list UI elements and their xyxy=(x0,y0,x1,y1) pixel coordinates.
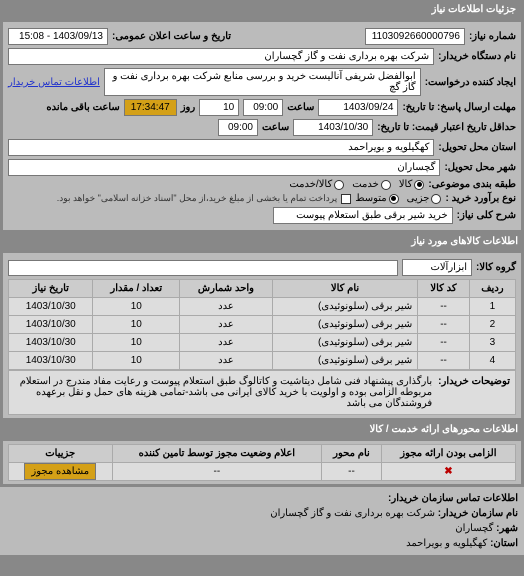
creator-label: ایجاد کننده درخواست: xyxy=(425,77,516,88)
table-row: 1--شیر برقی (سلونوئیدی)عدد101403/10/30 xyxy=(9,298,516,316)
purchase-radios: جزیی متوسط xyxy=(355,193,441,204)
validity-time: 09:00 xyxy=(218,119,258,136)
footer-province: کهگیلویه و بویراحمد xyxy=(406,538,487,549)
city-label: شهر محل تحویل: xyxy=(444,162,516,173)
days-left-label: روز xyxy=(181,102,196,113)
col-name: نام کالا xyxy=(272,280,417,298)
treasury-checkbox[interactable] xyxy=(341,194,351,204)
col-unit: واحد شمارش xyxy=(180,280,273,298)
page-header: جزئیات اطلاعات نیاز xyxy=(0,0,524,19)
col-date: تاریخ نیاز xyxy=(9,280,93,298)
radio-minor[interactable] xyxy=(431,194,441,204)
goods-panel: گروه کالا: ابزارآلات ردیف کد کالا نام کا… xyxy=(2,252,522,419)
req-no-field: 1103092660000796 xyxy=(365,28,465,45)
table-row: 3--شیر برقی (سلونوئیدی)عدد101403/10/30 xyxy=(9,334,516,352)
col-required: الزامی بودن ارائه مجوز xyxy=(381,445,515,463)
view-permit-button[interactable]: مشاهده مجوز xyxy=(24,463,96,480)
footer-org-label: نام سازمان خریدار: xyxy=(438,508,518,519)
contact-link[interactable]: اطلاعات تماس خریدار xyxy=(8,77,100,88)
col-status: اعلام وضعیت مجوز توسط تامین کننده xyxy=(112,445,322,463)
axis-status: -- xyxy=(112,463,322,481)
deadline-time: 09:00 xyxy=(243,99,283,116)
deadline-date: 1403/09/24 xyxy=(318,99,398,116)
desc-label: توضیحات خریدار: xyxy=(438,376,510,409)
axes-section-title: اطلاعات محورهای ارائه خدمت / کالا xyxy=(0,421,524,438)
ann-date-label: تاریخ و ساعت اعلان عمومی: xyxy=(112,31,231,42)
axes-table: الزامی بودن ارائه مجوز نام محور اعلام وض… xyxy=(8,444,516,481)
footer-province-label: استان: xyxy=(490,538,518,549)
purchase-note: پرداخت تمام یا بخشی از مبلغ خرید،از محل … xyxy=(57,193,337,204)
col-row: ردیف xyxy=(469,280,515,298)
creator-field: ابوالفضل شریفی آنالیست خرید و بررسی مناب… xyxy=(104,68,421,96)
axes-row: ✖ -- -- مشاهده مجوز xyxy=(9,463,516,481)
col-axis: نام محور xyxy=(322,445,382,463)
province-field: کهگیلویه و بویراحمد xyxy=(8,139,434,156)
main-panel: شماره نیاز: 1103092660000796 تاریخ و ساع… xyxy=(2,21,522,231)
footer-contact: اطلاعات تماس سازمان خریدار: نام سازمان خ… xyxy=(0,487,524,555)
radio-goods[interactable] xyxy=(414,180,424,190)
radio-both[interactable] xyxy=(334,180,344,190)
col-qty: تعداد / مقدار xyxy=(93,280,180,298)
city-field: گچساران xyxy=(8,159,440,176)
timer-label: ساعت باقی مانده xyxy=(46,102,119,113)
subject-label: شرح کلی نیاز: xyxy=(457,210,516,221)
axis-name: -- xyxy=(322,463,382,481)
time-label-2: ساعت xyxy=(262,122,289,133)
col-code: کد کالا xyxy=(418,280,470,298)
table-row: 2--شیر برقی (سلونوئیدی)عدد101403/10/30 xyxy=(9,316,516,334)
col-details: جزییات xyxy=(9,445,113,463)
deadline-label: مهلت ارسال پاسخ: تا تاریخ: xyxy=(402,102,516,113)
budget-label: طبقه بندی موضوعی: xyxy=(428,179,516,190)
required-icon: ✖ xyxy=(444,466,452,477)
footer-city-label: شهر: xyxy=(496,523,518,534)
page-title: جزئیات اطلاعات نیاز xyxy=(432,4,516,15)
days-left: 10 xyxy=(199,99,239,116)
footer-city: گچساران xyxy=(455,523,493,534)
buyer-label: نام دستگاه خریدار: xyxy=(438,51,516,62)
radio-medium[interactable] xyxy=(389,194,399,204)
buyer-field: شرکت بهره برداری نفت و گاز گچساران xyxy=(8,48,434,65)
goods-table: ردیف کد کالا نام کالا واحد شمارش تعداد /… xyxy=(8,279,516,370)
buyer-desc-box: توضیحات خریدار: بارگذاری پیشنهاد فنی شام… xyxy=(8,370,516,415)
validity-label: حداقل تاریخ اعتبار قیمت: تا تاریخ: xyxy=(377,122,516,133)
radio-service[interactable] xyxy=(381,180,391,190)
footer-title: اطلاعات تماس سازمان خریدار: xyxy=(388,493,518,504)
validity-date: 1403/10/30 xyxy=(293,119,373,136)
table-row: 4--شیر برقی (سلونوئیدی)عدد101403/10/30 xyxy=(9,352,516,370)
req-no-label: شماره نیاز: xyxy=(469,31,516,42)
purchase-type-label: نوع برآورد خرید : xyxy=(445,193,516,204)
subject-field: خرید شیر برقی طبق استعلام پیوست xyxy=(273,207,453,224)
axes-panel: الزامی بودن ارائه مجوز نام محور اعلام وض… xyxy=(2,440,522,485)
time-label-1: ساعت xyxy=(287,102,314,113)
desc-text: بارگذاری پیشنهاد فنی شامل دیتاشیت و کاتا… xyxy=(14,376,432,409)
group-field: ابزارآلات xyxy=(402,259,472,276)
countdown-timer: 17:34:47 xyxy=(124,99,177,116)
group-field-extra xyxy=(8,260,398,276)
ann-date-field: 1403/09/13 - 15:08 xyxy=(8,28,108,45)
group-label: گروه کالا: xyxy=(476,262,516,273)
province-label: استان محل تحویل: xyxy=(438,142,516,153)
footer-org: شرکت بهره برداری نفت و گاز گچساران xyxy=(270,508,435,519)
budget-radios: کالا خدمت کالا/خدمت xyxy=(289,179,424,190)
goods-section-title: اطلاعات کالاهای مورد نیاز xyxy=(0,233,524,250)
